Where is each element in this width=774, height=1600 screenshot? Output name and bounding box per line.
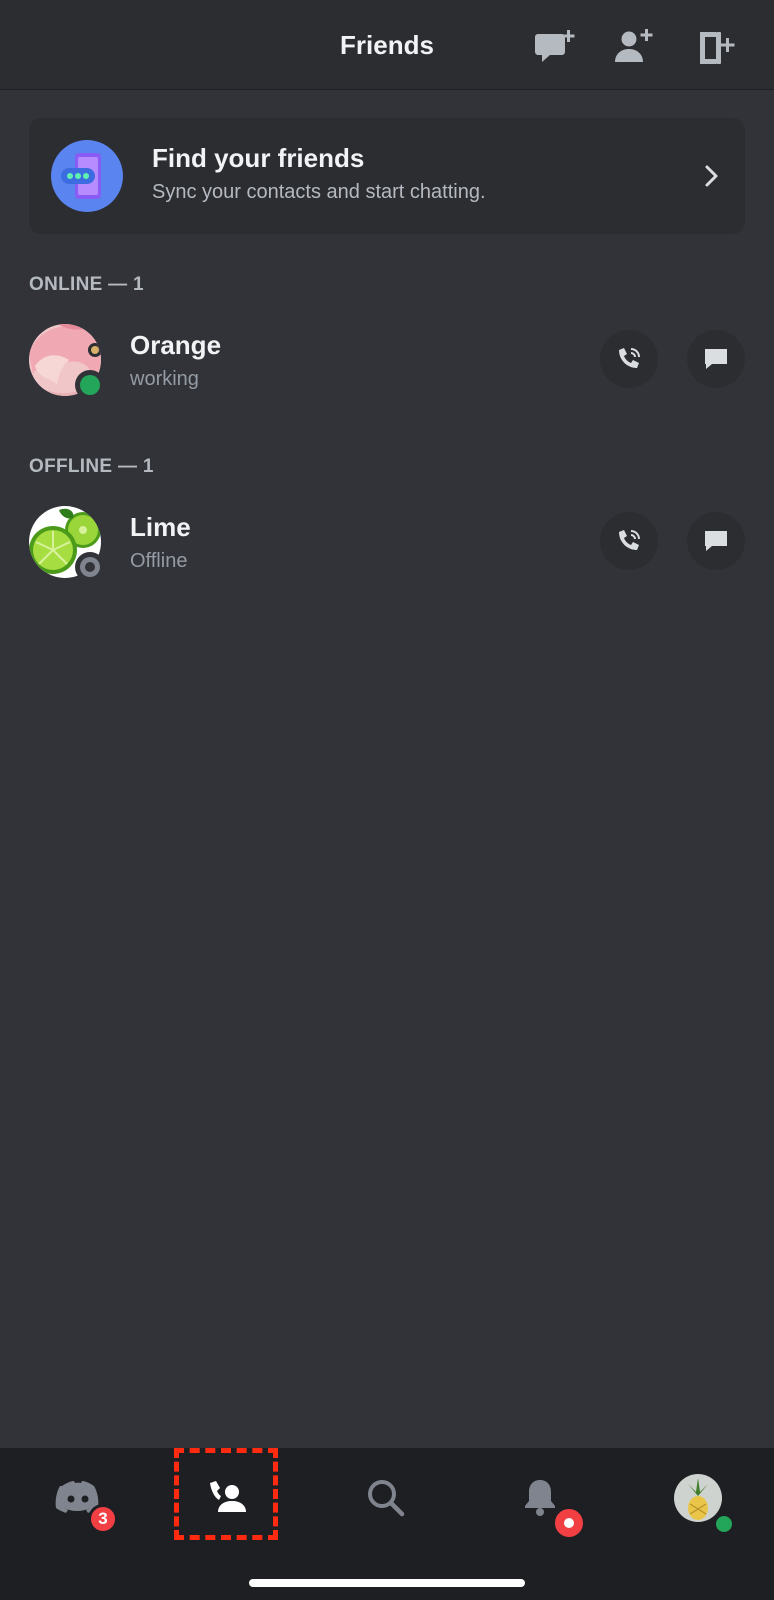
friend-name: Lime (130, 512, 191, 542)
friend-row-orange[interactable]: Orange working (0, 318, 774, 402)
message-button[interactable] (687, 512, 745, 570)
chevron-right-icon (705, 165, 718, 187)
phone-call-icon (619, 530, 640, 550)
page-title: Friends (340, 30, 434, 60)
add-friend-icon (615, 29, 653, 62)
phone-contacts-icon (51, 140, 123, 212)
nav-servers[interactable]: 3 (48, 1468, 118, 1534)
chat-bubble-icon (705, 531, 727, 551)
friends-tab-highlight (174, 1448, 278, 1540)
online-section-header: ONLINE — 1 (29, 274, 144, 295)
nav-search[interactable] (356, 1468, 416, 1528)
friends-screen: Friends Find your friends Sync your cont… (0, 0, 774, 1600)
avatar (29, 506, 105, 582)
unread-badge: 3 (88, 1504, 118, 1534)
friend-status-text: working (130, 368, 199, 390)
find-friends-title: Find your friends (152, 143, 365, 173)
home-indicator (249, 1579, 525, 1587)
add-friend-button[interactable] (612, 26, 656, 70)
message-button[interactable] (687, 330, 745, 388)
chat-bubble-icon (705, 349, 727, 369)
exit-button[interactable] (694, 26, 738, 70)
bottom-nav: 3 (0, 1448, 774, 1600)
new-message-button[interactable] (534, 26, 578, 70)
exit-icon (700, 32, 735, 64)
phone-call-icon (619, 348, 640, 368)
new-message-icon (535, 30, 575, 62)
notification-dot-badge (552, 1506, 586, 1540)
offline-section-header: OFFLINE — 1 (29, 456, 154, 477)
online-status-indicator (75, 370, 105, 400)
find-friends-subtitle: Sync your contacts and start chatting. (152, 181, 486, 203)
call-button[interactable] (600, 330, 658, 388)
friend-status-text: Offline (130, 550, 188, 572)
friend-name: Orange (130, 330, 222, 360)
top-bar: Friends (0, 0, 774, 90)
avatar (29, 324, 105, 400)
nav-profile[interactable] (668, 1468, 736, 1536)
call-button[interactable] (600, 512, 658, 570)
offline-status-indicator (75, 552, 105, 582)
find-friends-card[interactable]: Find your friends Sync your contacts and… (29, 118, 745, 234)
online-status-indicator (712, 1512, 736, 1536)
friend-row-lime[interactable]: Lime Offline (0, 500, 774, 584)
nav-notifications[interactable] (510, 1468, 586, 1540)
search-icon (368, 1480, 405, 1517)
